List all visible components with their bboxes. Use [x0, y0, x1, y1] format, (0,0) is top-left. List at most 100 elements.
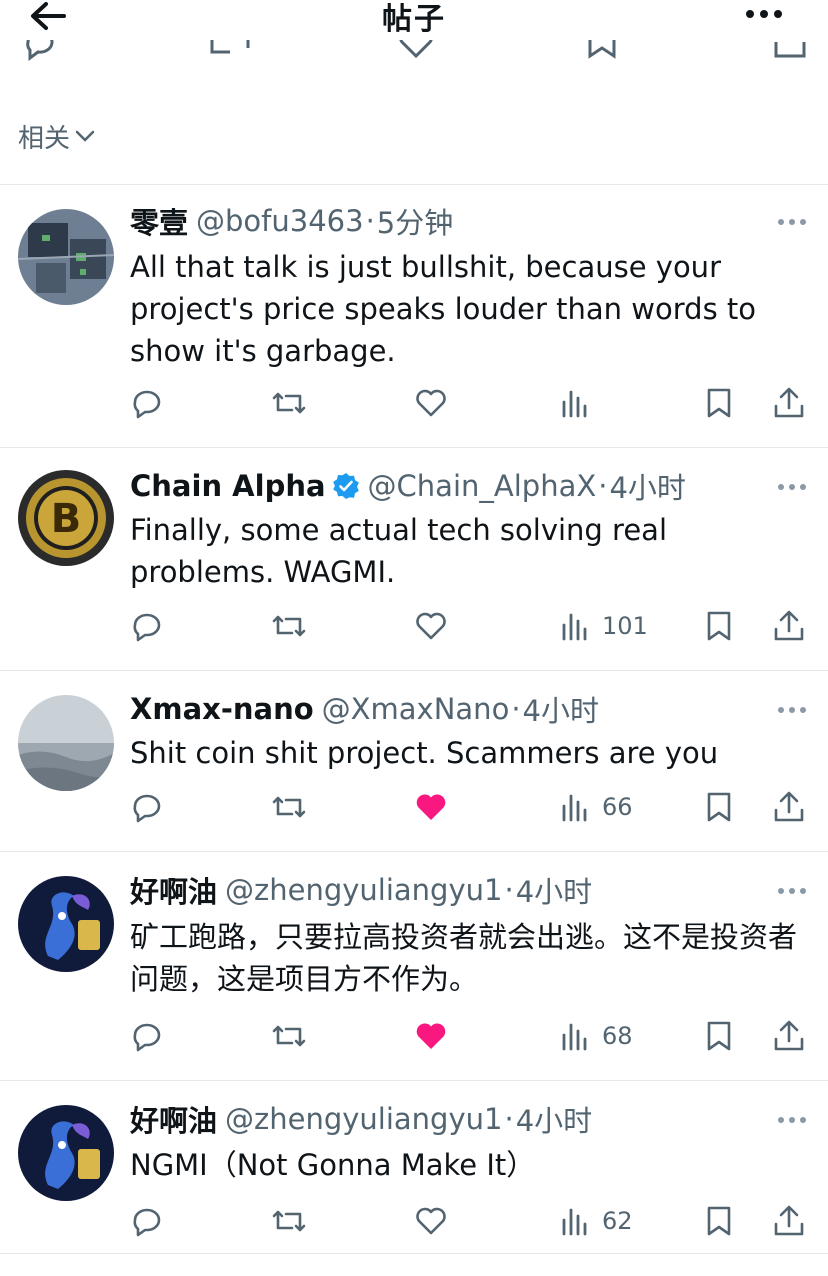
like-button[interactable]: [414, 785, 448, 829]
more-options-icon[interactable]: [776, 705, 808, 715]
views-chart-icon: [562, 1208, 587, 1236]
share-button[interactable]: [772, 604, 806, 648]
timestamp[interactable]: 4小时: [609, 465, 685, 507]
retweet-button[interactable]: [272, 785, 306, 829]
retweet-icon: [272, 796, 306, 818]
bookmark-icon: [707, 1021, 731, 1051]
like-button[interactable]: [414, 381, 448, 425]
bookmark-icon[interactable]: [584, 40, 620, 62]
views-chart-icon: [562, 390, 587, 418]
timestamp[interactable]: 4小时: [523, 688, 599, 730]
tweet-text: Shit coin shit project. Scammers are you: [130, 736, 719, 770]
reply-button[interactable]: [130, 604, 164, 648]
display-name[interactable]: 好啊油: [130, 869, 217, 911]
retweet-icon: [272, 615, 306, 637]
separator: ·: [365, 204, 375, 238]
top-bar: 帖子: [0, 0, 828, 40]
bookmark-icon: [707, 611, 731, 641]
reply-icon[interactable]: [20, 40, 60, 62]
user-handle[interactable]: @XmaxNano: [322, 692, 510, 726]
heart-filled-icon: [416, 794, 446, 820]
bookmark-icon: [707, 1206, 731, 1236]
more-options-icon[interactable]: [744, 6, 784, 22]
reply-tweet[interactable]: Xmax-nano @XmaxNano · 4小时 Shit coin shit…: [0, 671, 828, 852]
user-handle[interactable]: @Chain_AlphaX: [368, 469, 597, 503]
user-handle[interactable]: @zhengyuliangyu1: [225, 873, 502, 907]
heart-outline-icon: [416, 612, 446, 640]
like-button[interactable]: [414, 1014, 448, 1058]
retweet-icon: [272, 392, 306, 414]
user-handle[interactable]: @bofu3463: [196, 204, 364, 238]
retweet-button[interactable]: [272, 1199, 306, 1243]
retweet-button[interactable]: [272, 604, 306, 648]
share-button[interactable]: [772, 1014, 806, 1058]
like-button[interactable]: [414, 1199, 448, 1243]
reply-button[interactable]: [130, 381, 164, 425]
retweet-button[interactable]: [272, 381, 306, 425]
like-icon[interactable]: [396, 40, 436, 62]
reply-tweet[interactable]: B Chain Alpha @Chain_AlphaX · 4小时 Finall…: [0, 448, 828, 671]
more-options-icon[interactable]: [776, 886, 808, 896]
share-icon[interactable]: [772, 40, 808, 62]
views-count: 66: [602, 793, 633, 821]
bookmark-icon: [707, 388, 731, 418]
reply-button[interactable]: [130, 1014, 164, 1058]
views-button[interactable]: [558, 381, 602, 425]
separator: ·: [504, 873, 514, 907]
bookmark-button[interactable]: [702, 1199, 736, 1243]
retweet-icon[interactable]: [206, 40, 254, 62]
retweet-button[interactable]: [272, 1014, 306, 1058]
reply-icon: [133, 390, 161, 419]
views-button[interactable]: 66: [558, 785, 633, 829]
more-options-icon[interactable]: [776, 482, 808, 492]
related-label: 相关: [18, 123, 71, 154]
display-name[interactable]: 好啊油: [130, 1098, 217, 1140]
share-button[interactable]: [772, 381, 806, 425]
more-options-icon[interactable]: [776, 217, 808, 227]
share-button[interactable]: [772, 1199, 806, 1243]
views-button[interactable]: 101: [558, 604, 648, 648]
avatar[interactable]: [18, 1105, 114, 1201]
display-name[interactable]: Chain Alpha: [130, 469, 326, 503]
bookmark-button[interactable]: [702, 1014, 736, 1058]
share-button[interactable]: [772, 785, 806, 829]
tweet-text: All that talk is just bullshit, because …: [130, 250, 757, 368]
views-count: 101: [602, 612, 648, 640]
avatar[interactable]: [18, 209, 114, 305]
avatar[interactable]: [18, 876, 114, 972]
reply-tweet[interactable]: 好啊油 @zhengyuliangyu1 · 4小时 NGMI（Not Gonn…: [0, 1081, 828, 1254]
reply-icon: [133, 1208, 161, 1237]
related-filter[interactable]: 相关: [18, 116, 96, 156]
heart-filled-icon: [416, 1023, 446, 1049]
avatar[interactable]: B: [18, 470, 114, 566]
main-post-actions: [0, 40, 828, 74]
bookmark-icon: [707, 792, 731, 822]
like-button[interactable]: [414, 604, 448, 648]
reply-icon: [133, 1023, 161, 1052]
timestamp[interactable]: 5分钟: [377, 200, 453, 242]
reply-icon: [133, 613, 161, 642]
display-name[interactable]: 零壹: [130, 200, 188, 242]
timestamp[interactable]: 4小时: [516, 1098, 592, 1140]
avatar[interactable]: [18, 695, 114, 791]
tweet-text: Finally, some actual tech solving real p…: [130, 513, 668, 589]
bookmark-button[interactable]: [702, 785, 736, 829]
reply-tweet[interactable]: 零壹 @bofu3463 · 5分钟 All that talk is just…: [0, 185, 828, 448]
views-count: 68: [602, 1022, 633, 1050]
action-bar: [0, 381, 828, 425]
share-icon: [774, 387, 804, 418]
user-handle[interactable]: @zhengyuliangyu1: [225, 1102, 502, 1136]
display-name[interactable]: Xmax-nano: [130, 692, 314, 726]
heart-outline-icon: [416, 389, 446, 417]
reply-button[interactable]: [130, 1199, 164, 1243]
more-options-icon[interactable]: [776, 1115, 808, 1125]
reply-tweet[interactable]: 好啊油 @zhengyuliangyu1 · 4小时 矿工跑路，只要拉高投资者就…: [0, 852, 828, 1081]
bookmark-button[interactable]: [702, 604, 736, 648]
reply-button[interactable]: [130, 785, 164, 829]
bookmark-button[interactable]: [702, 381, 736, 425]
separator: ·: [598, 469, 608, 503]
timestamp[interactable]: 4小时: [516, 869, 592, 911]
views-button[interactable]: 68: [558, 1014, 633, 1058]
views-button[interactable]: 62: [558, 1199, 633, 1243]
separator: ·: [511, 692, 521, 726]
